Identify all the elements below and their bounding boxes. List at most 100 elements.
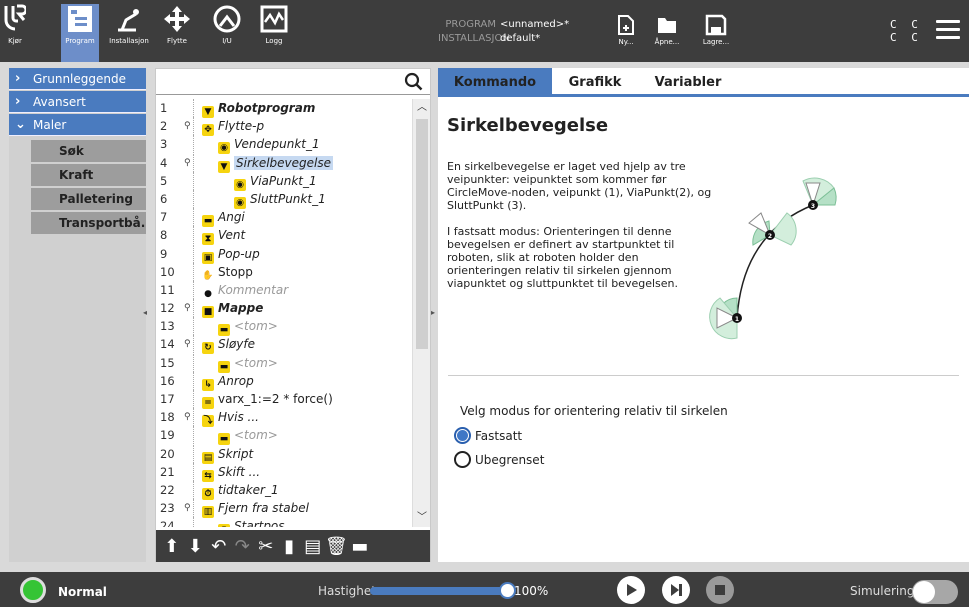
tree-node[interactable]: ⧗ Vent <box>202 226 245 246</box>
category-maler[interactable]: ⌄ Maler <box>9 114 146 136</box>
copy-icon[interactable]: ▮ <box>278 534 302 558</box>
expand-pin-icon[interactable]: ⚲ <box>184 499 191 517</box>
tree-node[interactable]: ◉ Startpos <box>218 517 285 527</box>
radio-selected-icon[interactable] <box>454 427 471 444</box>
collapse-left-handle[interactable]: ◂ <box>143 308 153 320</box>
scroll-thumb[interactable] <box>416 119 428 349</box>
tree-row[interactable]: 3 ◉ Vendepunkt_1 <box>156 135 411 155</box>
tree-row[interactable]: 24 ◉ Startpos <box>156 517 411 527</box>
radio-ubegrenset[interactable]: Ubegrenset <box>454 451 544 468</box>
step-button[interactable] <box>662 576 690 604</box>
redo-icon[interactable]: ↷ <box>231 534 255 558</box>
speed-slider[interactable] <box>370 582 516 599</box>
robot-status-icon[interactable] <box>20 577 46 603</box>
tree-row[interactable]: 22 ⏱ tidtaker_1 <box>156 480 411 500</box>
tree-node[interactable]: ▬ <tom> <box>218 317 278 337</box>
tree-row[interactable]: 11 ● Kommentar <box>156 280 411 300</box>
nav-program[interactable]: Program <box>61 4 99 62</box>
open-button[interactable]: Åpne... <box>650 14 684 46</box>
template-kraft[interactable]: Kraft <box>31 164 146 186</box>
nav-installasjon[interactable]: Installasjon <box>106 4 152 62</box>
nav-io[interactable]: I/U <box>212 4 242 62</box>
tree-row[interactable]: 12 ⚲ ■ Mappe <box>156 299 411 319</box>
tree-node[interactable]: ▬ <tom> <box>218 426 278 446</box>
save-button[interactable]: Lagre... <box>699 14 733 46</box>
tree-row[interactable]: 18 ⚲ ⤵ Hvis ... <box>156 408 411 428</box>
tree-node[interactable]: ▤ Skript <box>202 445 253 464</box>
new-button[interactable]: Ny... <box>609 14 643 46</box>
tree-row[interactable]: 21 ⇆ Skift ... <box>156 462 411 482</box>
expand-pin-icon[interactable]: ⚲ <box>184 299 191 317</box>
expand-pin-icon[interactable]: ⚲ <box>184 117 191 135</box>
template-sok[interactable]: Søk <box>31 140 146 162</box>
tree-row[interactable]: 5 ◉ ViaPunkt_1 <box>156 171 411 191</box>
tree-node[interactable]: ✥ Flytte-p <box>202 117 264 137</box>
nav-flytte[interactable]: Flytte <box>162 4 192 62</box>
tree-node[interactable]: ▣ Pop-up <box>202 245 260 264</box>
tree-row[interactable]: 20 ▤ Skript <box>156 444 411 464</box>
tree-row[interactable]: 23 ⚲ ▥ Fjern fra stabel <box>156 499 411 519</box>
tree-node[interactable]: ▥ Fjern fra stabel <box>202 499 309 519</box>
tab-variabler[interactable]: Variabler <box>638 68 738 97</box>
tree-row[interactable]: 6 ◉ SluttPunkt_1 <box>156 189 411 209</box>
scroll-down-icon[interactable]: ﹀ <box>415 511 429 525</box>
tree-scrollbar[interactable]: ︿ ﹀ <box>412 99 430 527</box>
tree-row[interactable]: 7 ▬ Angi <box>156 208 411 228</box>
tree-node[interactable]: ◉ ViaPunkt_1 <box>234 172 317 191</box>
dash-icon: ▬ <box>218 324 230 337</box>
tree-row[interactable]: 9 ▣ Pop-up <box>156 244 411 264</box>
tree-row[interactable]: 19 ▬ <tom> <box>156 426 411 446</box>
tree-node[interactable]: ▼ Robotprogram <box>202 99 315 118</box>
tree-row[interactable]: 16 ↳ Anrop <box>156 371 411 391</box>
play-button[interactable] <box>617 576 645 604</box>
template-palletering[interactable]: Palletering <box>31 188 146 210</box>
expand-pin-icon[interactable]: ⚲ <box>184 154 191 172</box>
tree-node[interactable]: ■ Mappe <box>202 299 263 319</box>
tree-row[interactable]: 4 ⚲ ▼ Sirkelbevegelse <box>156 153 411 173</box>
cut-icon[interactable]: ✂ <box>254 534 278 558</box>
tree-node[interactable]: ⤵ Hvis ... <box>202 408 259 428</box>
tree-node[interactable]: ▼ Sirkelbevegelse <box>218 154 334 173</box>
scroll-up-icon[interactable]: ︿ <box>415 101 429 115</box>
tree-row[interactable]: 2 ⚲ ✥ Flytte-p <box>156 117 411 137</box>
radio-fastsatt[interactable]: Fastsatt <box>454 427 522 444</box>
paste-icon[interactable]: ▤ <box>301 534 325 558</box>
tree-row[interactable]: 10 ✋ Stopp <box>156 262 411 282</box>
tab-kommando[interactable]: Kommando <box>438 68 552 97</box>
hamburger-menu-icon[interactable] <box>936 20 960 40</box>
suppress-icon[interactable]: ▬ <box>348 534 372 558</box>
simulation-toggle[interactable] <box>912 580 958 604</box>
tree-node[interactable]: ▬ Angi <box>202 208 245 228</box>
move-up-icon[interactable]: ⬆ <box>160 534 184 558</box>
tree-row[interactable]: 13 ▬ <tom> <box>156 317 411 337</box>
tree-node[interactable]: ↳ Anrop <box>202 372 254 391</box>
tree-row[interactable]: 15 ▬ <tom> <box>156 353 411 373</box>
tree-row[interactable]: 17 = varx_1:=2 * force() <box>156 390 411 409</box>
tree-node[interactable]: ● Kommentar <box>202 281 288 300</box>
tree-node[interactable]: ↻ Sløyfe <box>202 335 255 355</box>
tree-row[interactable]: 8 ⧗ Vent <box>156 226 411 246</box>
tree-row[interactable]: 14 ⚲ ↻ Sløyfe <box>156 335 411 355</box>
tree-node[interactable]: ◉ SluttPunkt_1 <box>234 190 326 209</box>
tree-node[interactable]: ⇆ Skift ... <box>202 463 260 482</box>
undo-icon[interactable]: ↶ <box>207 534 231 558</box>
category-avansert[interactable]: › Avansert <box>9 91 146 113</box>
radio-unselected-icon[interactable] <box>454 451 471 468</box>
template-transportband[interactable]: Transportbå... <box>31 212 146 234</box>
tree-search-input[interactable] <box>158 71 398 91</box>
tree-node[interactable]: ⏱ tidtaker_1 <box>202 481 279 500</box>
tree-node[interactable]: ◉ Vendepunkt_1 <box>218 135 320 155</box>
tree-node[interactable]: = varx_1:=2 * force() <box>202 390 333 409</box>
search-icon[interactable] <box>404 72 424 92</box>
delete-icon[interactable]: 🗑 <box>325 534 349 558</box>
tree-node[interactable]: ✋ Stopp <box>202 263 253 282</box>
tab-grafikk[interactable]: Grafikk <box>552 68 638 97</box>
tree-row[interactable]: 1 ▼ Robotprogram <box>156 99 411 118</box>
tree-node[interactable]: ▬ <tom> <box>218 354 278 373</box>
nav-logg[interactable]: Logg <box>259 4 289 62</box>
expand-pin-icon[interactable]: ⚲ <box>184 335 191 353</box>
move-down-icon[interactable]: ⬇ <box>184 534 208 558</box>
category-grunnleggende[interactable]: › Grunnleggende <box>9 68 146 90</box>
expand-pin-icon[interactable]: ⚲ <box>184 408 191 426</box>
stop-button[interactable] <box>706 576 734 604</box>
